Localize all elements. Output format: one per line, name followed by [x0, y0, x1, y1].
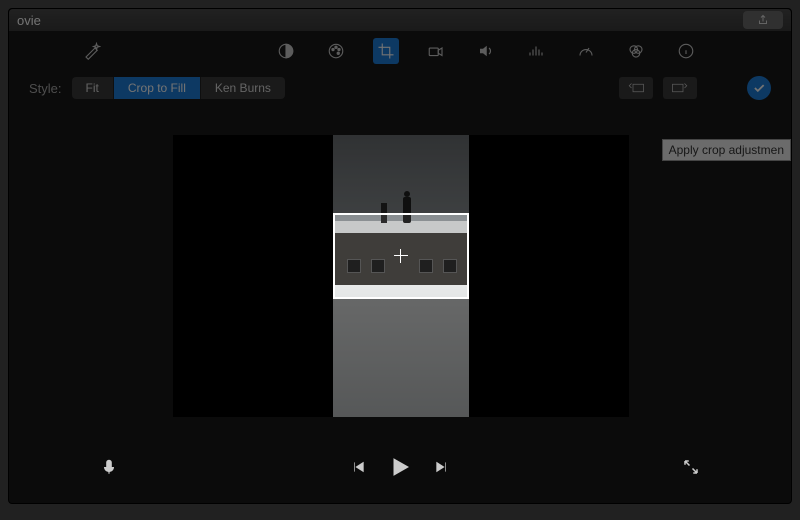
voiceover-button[interactable] — [100, 456, 118, 483]
magic-wand-icon — [83, 42, 101, 60]
skip-end-button[interactable] — [434, 459, 450, 480]
expand-icon — [682, 458, 700, 476]
color-balance-button[interactable] — [273, 38, 299, 64]
checkmark-icon — [752, 81, 766, 95]
rotate-ccw-icon — [627, 81, 645, 95]
camera-icon — [427, 42, 445, 60]
apply-crop-button[interactable] — [747, 76, 771, 100]
style-option-crop-to-fill[interactable]: Crop to Fill — [114, 77, 201, 99]
transport-bar — [9, 449, 791, 489]
volume-button[interactable] — [473, 38, 499, 64]
filters-button[interactable] — [623, 38, 649, 64]
rotate-cw-icon — [671, 81, 689, 95]
skip-end-icon — [434, 459, 450, 475]
equalizer-icon — [527, 42, 545, 60]
speed-button[interactable] — [573, 38, 599, 64]
volume-icon — [477, 42, 495, 60]
rotate-cw-button[interactable] — [663, 77, 697, 99]
titlebar: ovie — [9, 9, 791, 31]
crop-button[interactable] — [373, 38, 399, 64]
enhance-button[interactable] — [79, 38, 105, 64]
style-label: Style: — [29, 81, 62, 96]
skip-start-icon — [350, 459, 366, 475]
style-segmented-control[interactable]: Fit Crop to Fill Ken Burns — [72, 77, 285, 99]
video-viewer[interactable] — [173, 135, 629, 417]
crop-handle-bl[interactable] — [333, 287, 345, 299]
crop-handle-tl[interactable] — [333, 213, 345, 225]
apply-crop-tooltip: Apply crop adjustmen — [662, 139, 791, 161]
mic-icon — [100, 456, 118, 478]
crop-icon — [377, 42, 395, 60]
stabilization-button[interactable] — [423, 38, 449, 64]
share-button[interactable] — [743, 11, 783, 29]
crop-center-cross — [394, 249, 408, 263]
style-option-fit[interactable]: Fit — [72, 77, 114, 99]
app-title: ovie — [17, 13, 41, 28]
crop-style-bar: Style: Fit Crop to Fill Ken Burns — [9, 71, 791, 105]
crop-rectangle[interactable] — [333, 213, 469, 299]
adjustments-toolbar — [9, 31, 791, 71]
crop-handle-tr[interactable] — [457, 213, 469, 225]
fullscreen-button[interactable] — [682, 458, 700, 481]
crop-handle-br[interactable] — [457, 287, 469, 299]
share-icon — [757, 14, 769, 26]
style-option-ken-burns[interactable]: Ken Burns — [201, 77, 285, 99]
skip-start-button[interactable] — [350, 459, 366, 480]
color-filter-icon — [627, 42, 645, 60]
play-icon — [388, 455, 412, 479]
palette-icon — [327, 42, 345, 60]
color-balance-icon — [277, 42, 295, 60]
speedometer-icon — [577, 42, 595, 60]
info-button[interactable] — [673, 38, 699, 64]
rotate-ccw-button[interactable] — [619, 77, 653, 99]
noise-reduction-button[interactable] — [523, 38, 549, 64]
play-button[interactable] — [388, 455, 412, 484]
info-icon — [677, 42, 695, 60]
color-correction-button[interactable] — [323, 38, 349, 64]
